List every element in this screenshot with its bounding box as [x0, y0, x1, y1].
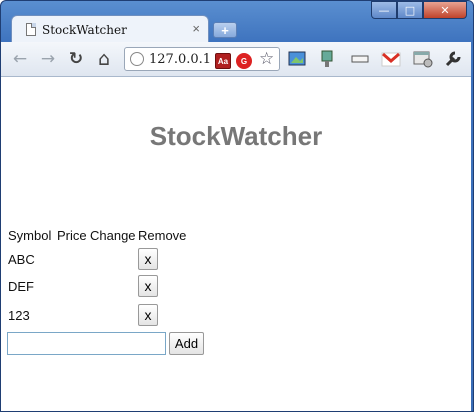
- remove-button[interactable]: x: [138, 248, 158, 270]
- url-text: 127.0.0.1:8: [149, 52, 211, 67]
- new-symbol-input[interactable]: [7, 332, 166, 355]
- tab-title: StockWatcher: [42, 23, 127, 37]
- close-window-button[interactable]: ✕: [423, 1, 467, 19]
- remote-extension-icon[interactable]: [317, 50, 337, 68]
- page-content: StockWatcher Symbol Price Change Remove …: [1, 77, 471, 411]
- maximize-button[interactable]: □: [397, 1, 423, 19]
- column-header-symbol: Symbol: [8, 228, 52, 243]
- column-header-price: Price: [57, 228, 87, 243]
- remove-button[interactable]: x: [138, 275, 158, 297]
- reload-icon[interactable]: ↻: [65, 48, 87, 70]
- back-icon[interactable]: ←: [9, 48, 31, 70]
- window-controls: — □ ✕: [371, 1, 467, 20]
- bookmark-star-icon[interactable]: ☆: [259, 49, 274, 69]
- address-bar[interactable]: 127.0.0.1:8 Aa G ☆: [124, 47, 280, 71]
- page-menu-icon[interactable]: [413, 50, 433, 68]
- add-button[interactable]: Add: [169, 332, 204, 355]
- stock-symbol: 123: [8, 308, 30, 323]
- forward-icon[interactable]: →: [37, 48, 59, 70]
- save-extension-icon[interactable]: G: [236, 53, 252, 69]
- new-tab-button[interactable]: +: [213, 22, 237, 38]
- minimize-button[interactable]: —: [371, 1, 397, 19]
- wrench-icon[interactable]: [443, 50, 463, 68]
- globe-icon: [130, 52, 144, 66]
- page-icon: [26, 23, 36, 36]
- remove-button[interactable]: x: [138, 304, 158, 326]
- page-title: StockWatcher: [149, 121, 323, 151]
- photo-extension-icon[interactable]: [287, 50, 307, 68]
- home-icon[interactable]: ⌂: [93, 48, 115, 70]
- window-extension-icon[interactable]: [350, 50, 370, 68]
- stock-symbol: DEF: [8, 279, 34, 294]
- tab-stockwatcher[interactable]: StockWatcher ×: [11, 15, 209, 43]
- column-header-change: Change: [90, 228, 136, 243]
- browser-toolbar: ← → ↻ ⌂ 127.0.0.1:8 Aa G ☆: [1, 42, 471, 77]
- stock-symbol: ABC: [8, 252, 35, 267]
- translate-extension-icon[interactable]: Aa: [215, 53, 231, 69]
- column-header-remove: Remove: [138, 228, 187, 243]
- gmail-extension-icon[interactable]: [381, 50, 401, 68]
- tab-close-icon[interactable]: ×: [192, 21, 200, 36]
